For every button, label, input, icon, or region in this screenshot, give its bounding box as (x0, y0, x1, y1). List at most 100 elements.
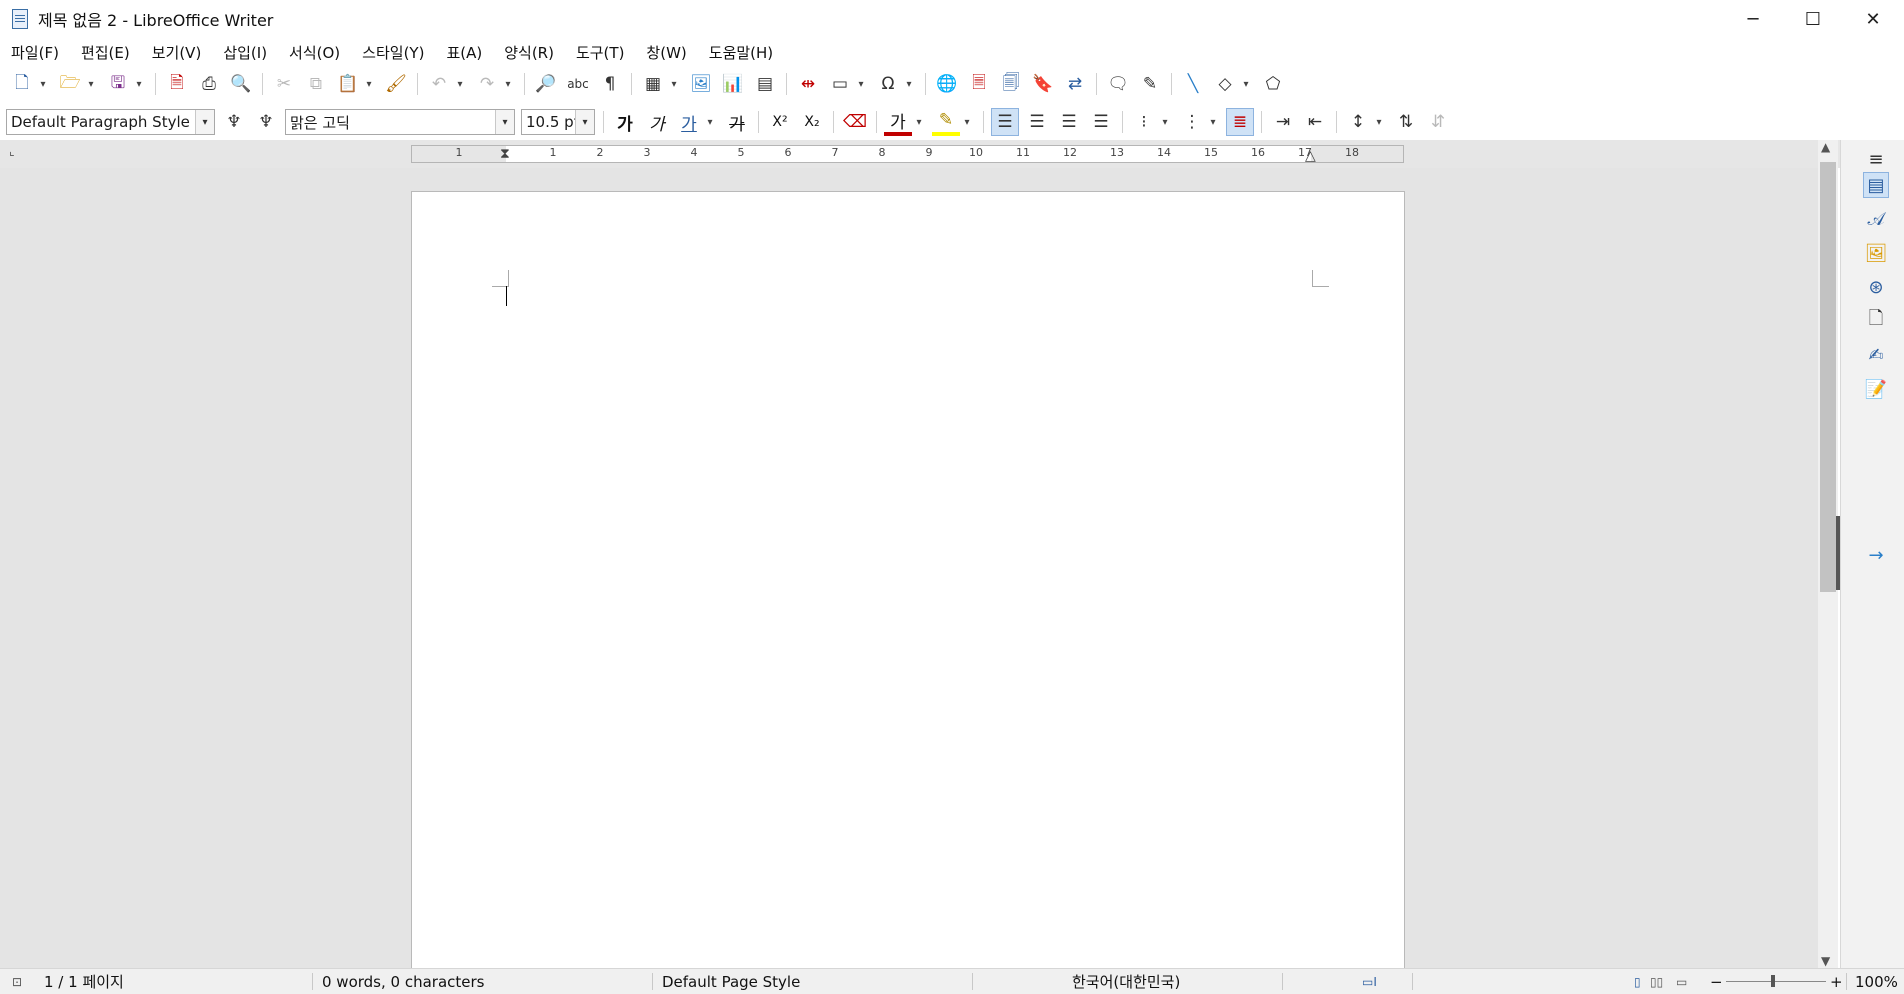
insert-mode-icon[interactable]: ▭I (1362, 971, 1377, 992)
update-style-icon[interactable]: ♆ (220, 108, 248, 136)
align-justify-icon[interactable]: ☰ (1087, 108, 1115, 136)
menu-format[interactable]: 서식(O) (278, 42, 351, 63)
menu-tools[interactable]: 도구(T) (565, 42, 635, 63)
line-spacing-icon[interactable]: ↕ (1344, 108, 1372, 136)
font-color-dropdown-icon[interactable]: ▾ (910, 108, 928, 136)
manage-changes-icon[interactable]: 📝 (1863, 376, 1889, 402)
align-center-icon[interactable]: ☰ (1023, 108, 1051, 136)
zoom-out-icon[interactable]: − (1710, 971, 1723, 992)
hyperlink-icon[interactable]: 🌐 (933, 70, 961, 98)
scroll-down-icon[interactable]: ▼ (1821, 954, 1830, 968)
tab-stop-selector-icon[interactable]: ⌞ (9, 144, 15, 158)
menu-file[interactable]: 파일(F) (0, 42, 70, 63)
multi-page-view-icon[interactable]: ▯▯ (1650, 971, 1663, 992)
insert-textbox-icon[interactable]: ▤ (751, 70, 779, 98)
menu-window[interactable]: 창(W) (635, 42, 697, 63)
find-replace-icon[interactable]: 🔎 (532, 70, 560, 98)
scroll-up-icon[interactable]: ▲ (1821, 140, 1830, 154)
word-count-status[interactable]: 0 words, 0 characters (322, 971, 485, 992)
save-icon[interactable]: 🖫 (104, 70, 132, 98)
increase-paragraph-spacing-icon[interactable]: ⇅ (1392, 108, 1420, 136)
underline-dropdown-icon[interactable]: ▾ (701, 108, 719, 136)
menu-edit[interactable]: 편집(E) (70, 42, 141, 63)
paste-icon[interactable]: 📋 (334, 70, 362, 98)
print-icon[interactable]: ⎙ (195, 70, 223, 98)
properties-icon[interactable]: ▤ (1863, 172, 1889, 198)
footnote-icon[interactable]: 🗏 (965, 70, 993, 98)
print-preview-icon[interactable]: 🔍 (227, 70, 255, 98)
clone-formatting-icon[interactable]: 🖌 (382, 70, 410, 98)
undo-icon[interactable]: ↶ (425, 70, 453, 98)
align-left-icon[interactable]: ☰ (991, 108, 1019, 136)
paragraph-style-combo[interactable]: Default Paragraph Style ▾ (6, 109, 215, 135)
undo-dropdown-icon[interactable]: ▾ (451, 70, 469, 98)
sidebar-menu-icon[interactable]: ≡ (1863, 146, 1889, 172)
bold-button[interactable]: 가 (611, 108, 639, 136)
cut-icon[interactable]: ✂ (270, 70, 298, 98)
minimize-button[interactable]: ─ (1724, 0, 1782, 38)
menu-form[interactable]: 양식(R) (493, 42, 565, 63)
bookmark-icon[interactable]: 🔖 (1029, 70, 1057, 98)
menu-table[interactable]: 표(A) (435, 42, 493, 63)
copy-icon[interactable]: ⧉ (302, 70, 330, 98)
single-page-view-icon[interactable]: ▯ (1634, 971, 1641, 992)
ordered-list-dropdown-icon[interactable]: ▾ (1204, 108, 1222, 136)
insert-line-icon[interactable]: ╲ (1179, 70, 1207, 98)
redo-icon[interactable]: ↷ (473, 70, 501, 98)
basic-shapes-icon[interactable]: ◇ (1211, 70, 1239, 98)
new-document-icon[interactable]: 🗋 (8, 70, 36, 98)
menu-insert[interactable]: 삽입(I) (212, 42, 278, 63)
increase-indent-icon[interactable]: ⇥ (1269, 108, 1297, 136)
open-folder-icon[interactable]: 🗁 (56, 70, 84, 98)
vertical-scrollbar[interactable]: ▲ ▼ (1818, 140, 1838, 968)
gallery-icon[interactable]: 🖼 (1863, 240, 1889, 266)
insert-chart-icon[interactable]: 📊 (719, 70, 747, 98)
highlight-dropdown-icon[interactable]: ▾ (958, 108, 976, 136)
maximize-button[interactable]: ☐ (1784, 0, 1842, 38)
scrollbar-thumb[interactable] (1820, 162, 1836, 592)
sidebar-arrow-icon[interactable]: → (1863, 542, 1889, 568)
navigator-icon[interactable]: ⊛ (1863, 274, 1889, 300)
font-name-combo[interactable]: 맑은 고딕 ▾ (285, 109, 515, 135)
chevron-down-icon[interactable]: ▾ (195, 110, 214, 134)
superscript-button[interactable]: X² (766, 108, 794, 136)
new-dropdown-icon[interactable]: ▾ (34, 70, 52, 98)
insert-field-icon[interactable]: ▭ (826, 70, 854, 98)
redo-dropdown-icon[interactable]: ▾ (499, 70, 517, 98)
no-list-icon[interactable]: ≣ (1226, 108, 1254, 136)
track-changes-icon[interactable]: ✎ (1136, 70, 1164, 98)
field-dropdown-icon[interactable]: ▾ (852, 70, 870, 98)
clear-formatting-icon[interactable]: ⌫ (841, 108, 869, 136)
page-icon[interactable]: 🗋 (1863, 308, 1889, 334)
save-dropdown-icon[interactable]: ▾ (130, 70, 148, 98)
unordered-list-dropdown-icon[interactable]: ▾ (1156, 108, 1174, 136)
endnote-icon[interactable]: 🗐 (997, 70, 1025, 98)
indent-marker-icon[interactable]: ⧗ (500, 146, 510, 162)
insert-image-icon[interactable]: 🖼 (687, 70, 715, 98)
chevron-down-icon[interactable]: ▾ (495, 110, 514, 134)
font-color-button[interactable]: 가 (884, 108, 912, 136)
book-view-icon[interactable]: ▭ (1676, 971, 1687, 992)
shapes-dropdown-icon[interactable]: ▾ (1237, 70, 1255, 98)
export-pdf-icon[interactable]: 🗎 (163, 70, 191, 98)
chevron-down-icon[interactable]: ▾ (575, 110, 594, 134)
underline-button[interactable]: 가 (675, 108, 703, 136)
zoom-in-icon[interactable]: + (1830, 971, 1843, 992)
insert-table-icon[interactable]: ▦ (639, 70, 667, 98)
special-character-dropdown-icon[interactable]: ▾ (900, 70, 918, 98)
align-right-icon[interactable]: ☰ (1055, 108, 1083, 136)
page-style-status[interactable]: Default Page Style (662, 971, 800, 992)
line-spacing-dropdown-icon[interactable]: ▾ (1370, 108, 1388, 136)
draw-functions-icon[interactable]: ⬠ (1259, 70, 1287, 98)
page[interactable] (411, 191, 1405, 968)
right-indent-marker-icon[interactable]: △ (1305, 148, 1316, 164)
menu-view[interactable]: 보기(V) (141, 42, 213, 63)
highlighter-icon[interactable]: ✎ (932, 108, 960, 136)
unordered-list-icon[interactable]: ⁝ (1130, 108, 1158, 136)
subscript-button[interactable]: X₂ (798, 108, 826, 136)
horizontal-ruler[interactable]: 1 1 2 3 4 5 6 7 8 9 10 11 12 13 14 15 16… (411, 145, 1404, 164)
font-size-combo[interactable]: 10.5 pt ▾ (521, 109, 595, 135)
italic-button[interactable]: 가 (643, 108, 671, 136)
menu-styles[interactable]: 스타일(Y) (351, 42, 435, 63)
cross-reference-icon[interactable]: ⇄ (1061, 70, 1089, 98)
